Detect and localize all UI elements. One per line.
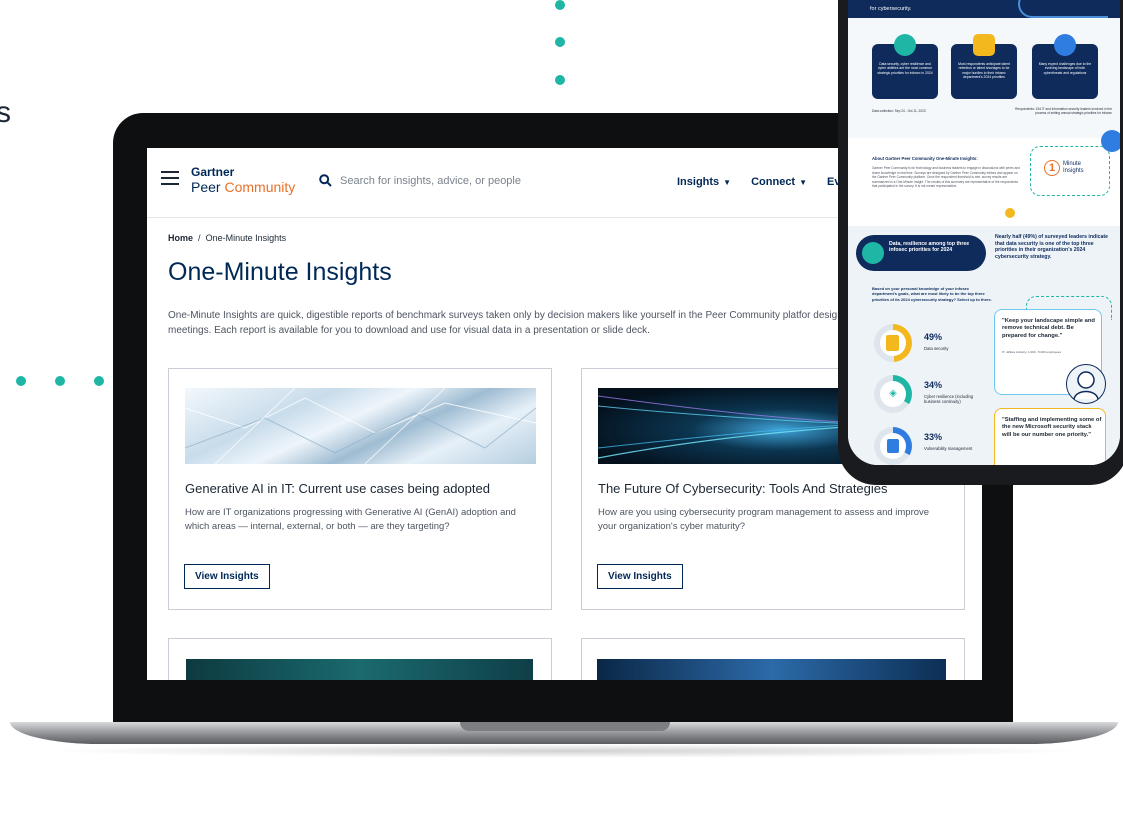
progress-ring [874, 427, 912, 465]
stat-label: Data security [924, 346, 949, 351]
logo-product: Peer Community [191, 179, 296, 195]
phone-tile-text: Data security, cyber resilience and cybe… [877, 62, 933, 75]
phone-header-icon [1018, 0, 1108, 18]
phone-screen: for cybersecurity. Data security, cyber … [848, 0, 1120, 465]
stat-percent: 33% [924, 432, 943, 442]
decor-dot [555, 75, 565, 85]
insight-card [168, 638, 552, 680]
phone-accent-dot [1101, 130, 1120, 152]
phone-accent-dot [1005, 208, 1015, 218]
view-insights-button[interactable]: View Insights [597, 564, 683, 589]
gartner-logo[interactable]: Gartner Peer Community [191, 166, 295, 194]
people-icon [973, 34, 995, 56]
document-icon [886, 335, 899, 351]
laptop-notch [460, 722, 670, 731]
chevron-down-icon: ▼ [723, 178, 732, 187]
menu-icon[interactable] [161, 171, 179, 185]
card-title[interactable]: The Future Of Cybersecurity: Tools And S… [598, 481, 888, 496]
phone-about-title: About Gartner Peer Community One-Minute … [872, 156, 978, 161]
card-image-buildings [185, 388, 536, 464]
decor-dot [94, 376, 104, 386]
phone-tile-text: Most respondents anticipate talent reten… [958, 62, 1010, 80]
chevron-down-icon: ▼ [799, 178, 808, 187]
search-icon [319, 174, 332, 187]
phone-half-text: Nearly half (49%) of surveyed leaders in… [995, 234, 1109, 260]
card-title[interactable]: Generative AI in IT: Current use cases b… [185, 481, 490, 496]
nav-connect[interactable]: Connect ▼ [751, 176, 807, 188]
stat-label: Cyber resilience (including business con… [924, 394, 974, 405]
progress-ring [874, 324, 912, 362]
one-minute-insights-badge: 1 Minute Insights [1044, 160, 1084, 176]
phone-survey-question: Based on your personal knowledge of your… [872, 286, 992, 302]
search-placeholder: Search for insights, advice, or people [340, 174, 521, 187]
progress-ring: ◈ [874, 375, 912, 413]
decor-dot [55, 376, 65, 386]
stat-percent: 49% [924, 332, 943, 342]
phone-tile-text: Many expect challenges due to the evolvi… [1038, 62, 1092, 75]
cloud-icon [1054, 34, 1076, 56]
insight-card: Generative AI in IT: Current use cases b… [168, 368, 552, 610]
card-image [597, 659, 946, 680]
phone-pill-text: Data, resilience among top three infosec… [889, 241, 970, 254]
cropped-headline-text: s [0, 96, 11, 129]
insight-card [581, 638, 965, 680]
breadcrumb: Home / One-Minute Insights [168, 233, 287, 243]
card-description: How are you using cybersecurity program … [598, 507, 930, 532]
quote-text: "Staffing and implementing some of the n… [1002, 417, 1102, 438]
stat-percent: 34% [924, 380, 943, 390]
logo-brand: Gartner [191, 165, 235, 179]
decor-dot [555, 37, 565, 47]
phone-about-body: Gartner Peer Community is for technology… [872, 166, 1020, 189]
report-icon [887, 439, 899, 453]
breadcrumb-home[interactable]: Home [168, 233, 193, 243]
view-insights-button[interactable]: View Insights [184, 564, 270, 589]
signal-icon: ◈ [889, 388, 897, 399]
nav-insights[interactable]: Insights ▼ [677, 176, 731, 188]
phone-header-text: for cybersecurity. [870, 6, 912, 12]
page-title: One-Minute Insights [168, 258, 392, 286]
card-image-light-trails [598, 388, 858, 464]
decor-dot [555, 0, 565, 10]
quote-attribution: IT, utilities industry, 1,000 - 5,000 em… [1002, 350, 1061, 354]
breadcrumb-current: One-Minute Insights [205, 233, 287, 243]
shield-search-icon [862, 242, 884, 264]
card-image [186, 659, 533, 680]
phone-data-collection: Data collection: Sep 24 - Oct 11, 2023 [872, 109, 926, 113]
avatar-icon [1066, 364, 1106, 404]
search-input[interactable]: Search for insights, advice, or people [319, 174, 521, 187]
laptop-shadow [40, 744, 1090, 758]
stat-label: Vulnerability management [924, 446, 973, 451]
card-description: How are IT organizations progressing wit… [185, 507, 516, 532]
shield-search-icon [894, 34, 916, 56]
quote-text: "Keep your landscape simple and remove t… [1002, 318, 1095, 339]
decor-dot [16, 376, 26, 386]
phone-respondents: Respondents: 154 IT and information secu… [1015, 107, 1112, 115]
